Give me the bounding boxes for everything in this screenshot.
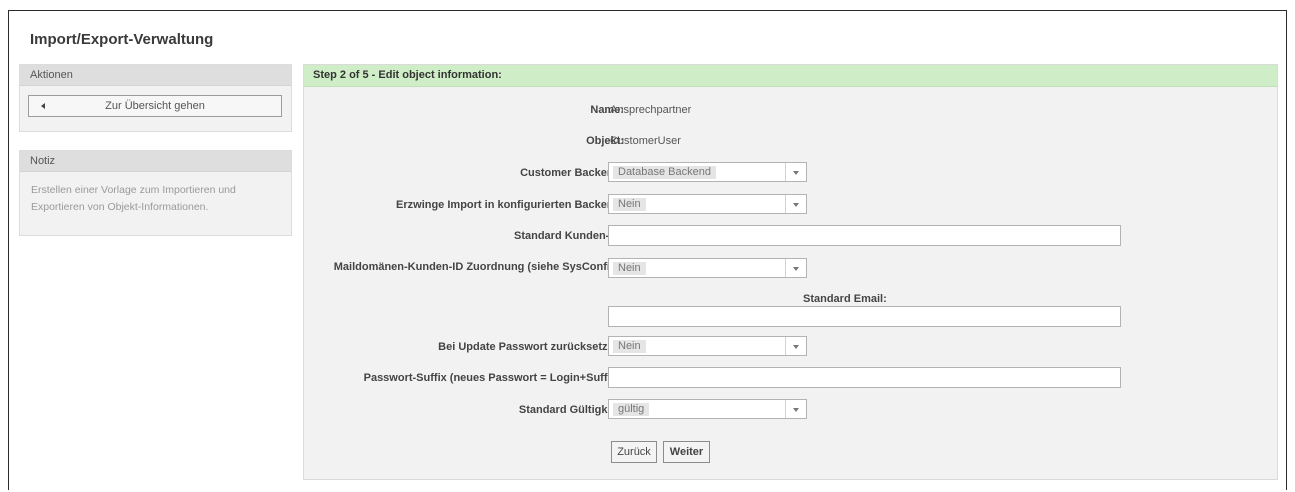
go-to-overview-label: Zur Übersicht gehen bbox=[105, 100, 205, 112]
go-to-overview-button[interactable]: Zur Übersicht gehen bbox=[28, 95, 282, 117]
actions-header: Aktionen bbox=[20, 65, 291, 86]
chevron-down-icon bbox=[793, 267, 799, 271]
reset-password-select[interactable]: Nein bbox=[608, 336, 807, 356]
chevron-down-icon bbox=[793, 408, 799, 412]
chevron-down-icon bbox=[793, 345, 799, 349]
note-text-line2: Exportieren von Objekt-Informationen. bbox=[31, 201, 209, 213]
page-title: Import/Export-Verwaltung bbox=[30, 31, 214, 48]
name-value: Ansprechpartner bbox=[610, 104, 692, 116]
caret-left-icon bbox=[41, 103, 45, 109]
note-text: Erstellen einer Vorlage zum Importieren … bbox=[20, 172, 291, 216]
customer-backend-select[interactable]: Database Backend bbox=[608, 162, 807, 182]
reset-password-label: Bei Update Passwort zurücksetzen: bbox=[438, 341, 624, 353]
default-validity-selected: gültig bbox=[613, 403, 650, 416]
default-customer-id-input[interactable] bbox=[608, 225, 1121, 246]
customer-backend-selected: Database Backend bbox=[613, 166, 716, 179]
default-email-label: Standard Email: bbox=[803, 293, 887, 305]
chevron-down-icon bbox=[793, 203, 799, 207]
note-text-line1: Erstellen einer Vorlage zum Importieren … bbox=[31, 184, 236, 196]
default-validity-select[interactable]: gültig bbox=[608, 399, 807, 419]
select-divider bbox=[785, 400, 786, 418]
force-import-label: Erzwinge Import in konfigurierten Backen… bbox=[396, 199, 624, 211]
default-email-input[interactable] bbox=[608, 306, 1121, 327]
force-import-selected: Nein bbox=[613, 198, 646, 211]
maildomain-mapping-selected: Nein bbox=[613, 262, 646, 275]
select-divider bbox=[785, 195, 786, 213]
object-value: CustomerUser bbox=[610, 135, 681, 147]
force-import-select[interactable]: Nein bbox=[608, 194, 807, 214]
note-header: Notiz bbox=[20, 151, 291, 172]
next-button[interactable]: Weiter bbox=[663, 441, 710, 463]
actions-box: Aktionen Zur Übersicht gehen bbox=[19, 64, 292, 132]
back-button[interactable]: Zurück bbox=[611, 441, 657, 463]
password-suffix-input[interactable] bbox=[608, 367, 1121, 388]
maildomain-mapping-label: Maildomänen-Kunden-ID Zuordnung (siehe S… bbox=[333, 261, 624, 273]
chevron-down-icon bbox=[793, 171, 799, 175]
select-divider bbox=[785, 163, 786, 181]
select-divider bbox=[785, 337, 786, 355]
note-box: Notiz Erstellen einer Vorlage zum Import… bbox=[19, 150, 292, 236]
maildomain-mapping-select[interactable]: Nein bbox=[608, 258, 807, 278]
reset-password-selected: Nein bbox=[613, 340, 646, 353]
select-divider bbox=[785, 259, 786, 277]
step-header: Step 2 of 5 - Edit object information: bbox=[304, 65, 1277, 87]
password-suffix-label: Passwort-Suffix (neues Passwort = Login+… bbox=[363, 372, 624, 384]
